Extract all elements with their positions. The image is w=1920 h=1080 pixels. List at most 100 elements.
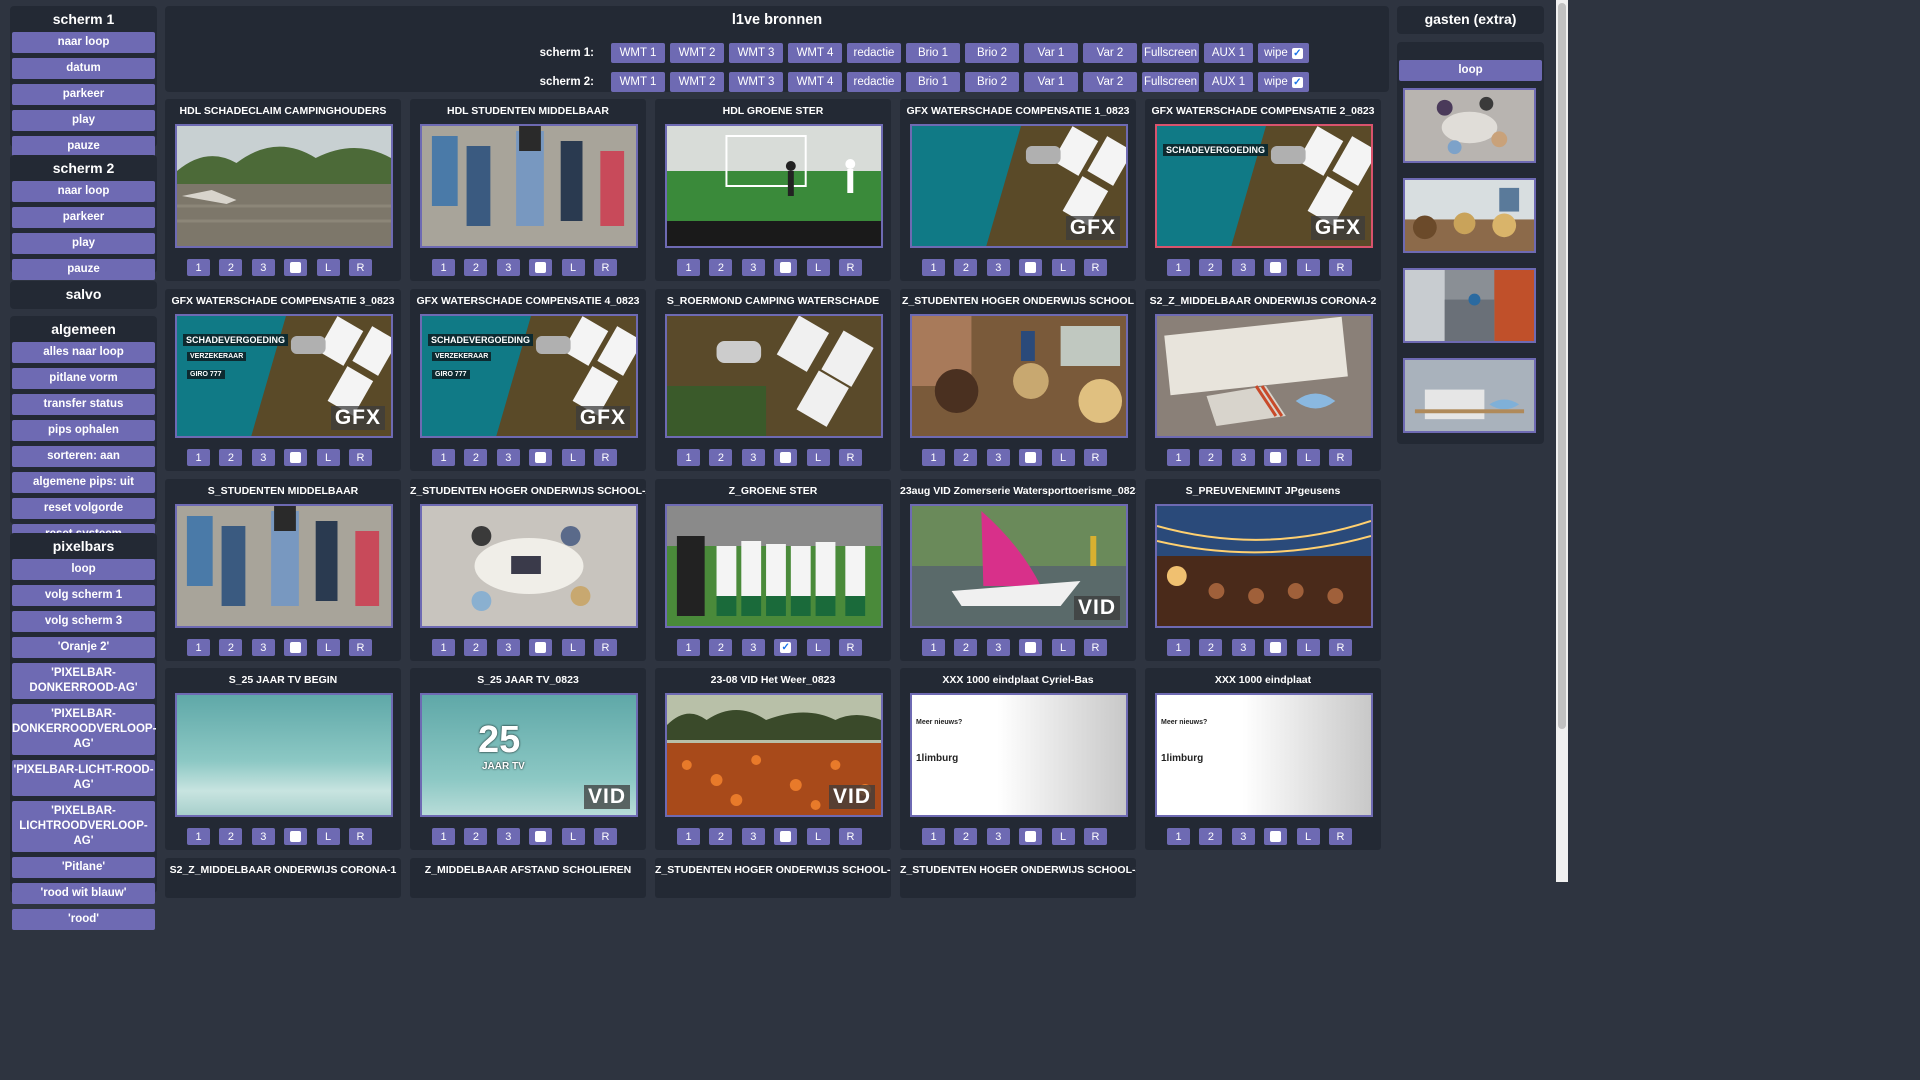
- right-button[interactable]: R: [593, 259, 617, 276]
- right-button[interactable]: R: [1083, 639, 1107, 656]
- sidebar-button[interactable]: pauze: [12, 259, 155, 280]
- card-thumbnail[interactable]: [1155, 314, 1373, 438]
- left-button[interactable]: L: [316, 828, 340, 845]
- checkbox-box[interactable]: [290, 262, 302, 273]
- screen-2-button[interactable]: 2: [1199, 449, 1223, 466]
- sidebar-button[interactable]: 'rood': [12, 909, 155, 930]
- sidebar-button[interactable]: datum: [12, 58, 155, 79]
- select-checkbox[interactable]: [1264, 639, 1288, 656]
- screen-1-button[interactable]: 1: [1167, 828, 1190, 845]
- screen-3-button[interactable]: 3: [1231, 259, 1255, 276]
- screen-3-button[interactable]: 3: [741, 449, 765, 466]
- right-button[interactable]: R: [838, 639, 862, 656]
- screen-3-button[interactable]: 3: [986, 828, 1010, 845]
- card-thumbnail[interactable]: [175, 693, 393, 817]
- checkbox-box[interactable]: [290, 831, 302, 842]
- card-thumbnail[interactable]: Meer nieuws? 1limburg: [1155, 693, 1373, 817]
- source-button[interactable]: redactie: [847, 43, 901, 63]
- screen-2-button[interactable]: 2: [464, 449, 488, 466]
- card-thumbnail[interactable]: [665, 504, 883, 628]
- select-checkbox[interactable]: [284, 449, 308, 466]
- screen-3-button[interactable]: 3: [1231, 639, 1255, 656]
- card-thumbnail[interactable]: Meer nieuws? 1limburg: [910, 693, 1128, 817]
- screen-1-button[interactable]: 1: [677, 449, 700, 466]
- source-button[interactable]: WMT 3: [729, 72, 783, 92]
- left-button[interactable]: L: [561, 259, 585, 276]
- source-button[interactable]: WMT 4: [788, 43, 842, 63]
- sidebar-button[interactable]: 'PIXELBAR-DONKERROOD-AG': [12, 663, 155, 699]
- source-button[interactable]: Fullscreen: [1142, 43, 1199, 63]
- checkbox-box[interactable]: [1025, 452, 1037, 463]
- screen-2-button[interactable]: 2: [1199, 828, 1223, 845]
- source-button[interactable]: Brio 1: [906, 72, 960, 92]
- screen-1-button[interactable]: 1: [432, 828, 455, 845]
- screen-3-button[interactable]: 3: [986, 259, 1010, 276]
- left-button[interactable]: L: [1051, 639, 1075, 656]
- sidebar-button[interactable]: 'PIXELBAR-DONKERROODVERLOOP-AG': [12, 704, 156, 755]
- screen-1-button[interactable]: 1: [922, 259, 945, 276]
- wipe-toggle[interactable]: wipe ✓: [1258, 72, 1309, 92]
- sidebar-button[interactable]: play: [12, 233, 155, 254]
- left-button[interactable]: L: [806, 259, 830, 276]
- left-button[interactable]: L: [561, 828, 585, 845]
- select-checkbox[interactable]: [774, 449, 798, 466]
- page-scrollbar[interactable]: [1556, 0, 1568, 882]
- screen-3-button[interactable]: 3: [986, 639, 1010, 656]
- card-thumbnail[interactable]: GFX: [910, 124, 1128, 248]
- left-button[interactable]: L: [1051, 449, 1075, 466]
- screen-3-button[interactable]: 3: [1231, 828, 1255, 845]
- left-button[interactable]: L: [316, 259, 340, 276]
- wipe-toggle[interactable]: wipe ✓: [1258, 43, 1309, 63]
- select-checkbox[interactable]: [774, 828, 798, 845]
- checkbox-box[interactable]: [780, 262, 792, 273]
- screen-2-button[interactable]: 2: [219, 449, 243, 466]
- right-button[interactable]: R: [1328, 639, 1352, 656]
- card-thumbnail[interactable]: [665, 314, 883, 438]
- left-button[interactable]: L: [1296, 828, 1320, 845]
- source-button[interactable]: WMT 1: [611, 72, 665, 92]
- select-checkbox[interactable]: [529, 828, 553, 845]
- select-checkbox[interactable]: [284, 639, 308, 656]
- select-checkbox[interactable]: [1019, 449, 1043, 466]
- card-thumbnail[interactable]: [420, 124, 638, 248]
- sidebar-button[interactable]: algemene pips: uit: [12, 472, 155, 493]
- select-checkbox[interactable]: [1019, 828, 1043, 845]
- sidebar-button[interactable]: naar loop: [12, 32, 155, 53]
- source-button[interactable]: Brio 2: [965, 72, 1019, 92]
- source-button[interactable]: Var 2: [1083, 72, 1137, 92]
- select-checkbox[interactable]: [1264, 828, 1288, 845]
- checkbox-box[interactable]: [535, 642, 547, 653]
- screen-1-button[interactable]: 1: [1167, 449, 1190, 466]
- checkbox-box[interactable]: [1025, 831, 1037, 842]
- salvo-button[interactable]: salvo: [10, 281, 157, 309]
- select-checkbox[interactable]: [284, 259, 308, 276]
- sidebar-button[interactable]: parkeer: [12, 207, 155, 228]
- checkbox-box[interactable]: [1270, 262, 1282, 273]
- screen-1-button[interactable]: 1: [922, 639, 945, 656]
- screen-3-button[interactable]: 3: [986, 449, 1010, 466]
- card-thumbnail[interactable]: [175, 504, 393, 628]
- card-thumbnail[interactable]: [1155, 504, 1373, 628]
- screen-2-button[interactable]: 2: [709, 449, 733, 466]
- screen-2-button[interactable]: 2: [954, 828, 978, 845]
- left-button[interactable]: L: [316, 449, 340, 466]
- card-thumbnail[interactable]: SCHADEVERGOEDING VERZEKERAAR GIRO 777 GFX: [175, 314, 393, 438]
- checkbox-box[interactable]: [290, 452, 302, 463]
- guest-thumb-4[interactable]: [1403, 358, 1536, 433]
- sidebar-button[interactable]: transfer status: [12, 394, 155, 415]
- screen-3-button[interactable]: 3: [741, 639, 765, 656]
- left-button[interactable]: L: [561, 639, 585, 656]
- screen-1-button[interactable]: 1: [432, 449, 455, 466]
- right-button[interactable]: R: [1328, 259, 1352, 276]
- card-thumbnail[interactable]: [175, 124, 393, 248]
- checkbox-box[interactable]: [1270, 831, 1282, 842]
- source-button[interactable]: Fullscreen: [1142, 72, 1199, 92]
- sidebar-button[interactable]: 'PIXELBAR-LICHT-ROOD-AG': [12, 760, 155, 796]
- right-button[interactable]: R: [593, 449, 617, 466]
- select-checkbox[interactable]: [529, 449, 553, 466]
- screen-3-button[interactable]: 3: [251, 639, 275, 656]
- sidebar-button[interactable]: naar loop: [12, 181, 155, 202]
- checkbox-box[interactable]: [290, 642, 302, 653]
- source-button[interactable]: Var 1: [1024, 43, 1078, 63]
- right-button[interactable]: R: [838, 449, 862, 466]
